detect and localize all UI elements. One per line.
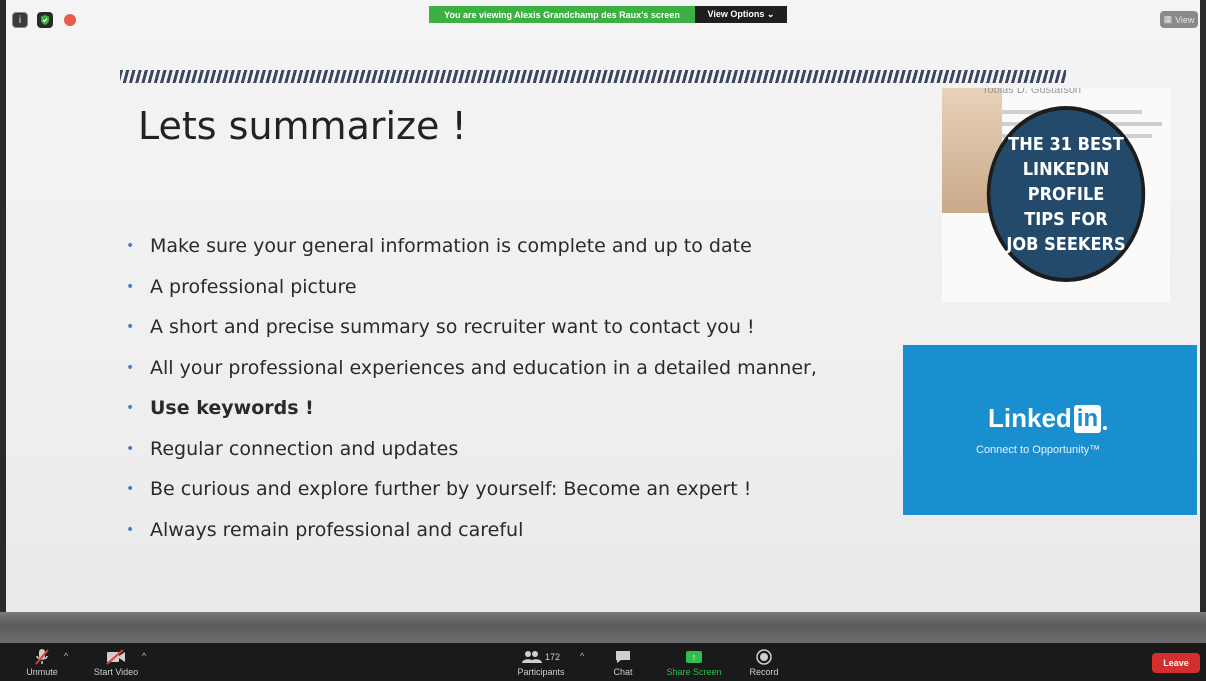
linkedin-dot bbox=[1103, 425, 1108, 430]
bullet-dot-icon: • bbox=[126, 481, 135, 498]
viewing-label: You are viewing Alexis Grandchamp des Ra… bbox=[429, 6, 695, 23]
record-button[interactable]: Record bbox=[744, 643, 784, 681]
participants-options-chevron-icon[interactable]: ^ bbox=[580, 651, 584, 661]
unmute-button[interactable]: Unmute bbox=[18, 643, 66, 681]
bullet-item: • Always remain professional and careful bbox=[126, 510, 817, 551]
book-title-line: THE 31 BEST bbox=[1008, 133, 1124, 155]
audio-options-chevron-icon[interactable]: ^ bbox=[64, 651, 68, 661]
shield-icon[interactable] bbox=[37, 12, 53, 28]
bullet-item: • Use keywords ! bbox=[126, 388, 817, 429]
bullet-list: • Make sure your general information is … bbox=[126, 226, 817, 550]
record-label: Record bbox=[749, 667, 779, 677]
participants-count: 172 bbox=[544, 652, 561, 662]
video-options-chevron-icon[interactable]: ^ bbox=[142, 651, 146, 661]
book-title-badge: THE 31 BEST LINKEDIN PROFILE TIPS FOR JO… bbox=[986, 106, 1146, 282]
slide-title: Lets summarize ! bbox=[138, 104, 467, 148]
bullet-item: • Be curious and explore further by yours… bbox=[126, 469, 817, 510]
recording-indicator-icon bbox=[64, 14, 76, 26]
grid-icon: ▦ bbox=[1163, 14, 1173, 24]
unmute-label: Unmute bbox=[26, 667, 58, 677]
bullet-dot-icon: • bbox=[126, 278, 135, 295]
book-title-line: JOB SEEKERS bbox=[1006, 233, 1126, 255]
bullet-dot-icon: • bbox=[126, 400, 135, 417]
book-title-line: TIPS FOR bbox=[1024, 208, 1108, 230]
bullet-text: All your professional experiences and ed… bbox=[150, 356, 817, 379]
bullet-item: • Regular connection and updates bbox=[126, 429, 817, 470]
bullet-dot-icon: • bbox=[126, 521, 135, 538]
linkedin-logo: Linked in bbox=[988, 403, 1108, 434]
share-screen-icon: ↑ bbox=[686, 647, 702, 667]
share-screen-button[interactable]: ↑ Share Screen bbox=[662, 643, 726, 681]
stage-left-edge bbox=[0, 0, 6, 643]
book-cover-image: Tobias D. Gustafson THE 31 BEST LINKEDIN… bbox=[942, 88, 1170, 302]
slide-decoration-bar bbox=[120, 70, 1066, 83]
viewing-banner: You are viewing Alexis Grandchamp des Ra… bbox=[429, 6, 787, 23]
stage-right-edge bbox=[1200, 0, 1206, 643]
view-button-label: View bbox=[1175, 14, 1195, 25]
book-author-text: Tobias D. Gustafson bbox=[982, 88, 1082, 96]
start-video-button[interactable]: Start Video bbox=[86, 643, 146, 681]
chat-button[interactable]: Chat bbox=[606, 643, 640, 681]
stage-floor bbox=[0, 612, 1206, 643]
share-screen-label: Share Screen bbox=[666, 667, 722, 677]
bullet-item: • A professional picture bbox=[126, 267, 817, 308]
book-title-line: LINKEDIN PROFILE bbox=[1022, 158, 1110, 205]
muted-microphone-icon bbox=[34, 647, 50, 667]
participants-icon: 172 bbox=[521, 647, 561, 667]
linkedin-word: Linked bbox=[988, 403, 1072, 433]
info-icon[interactable]: i bbox=[12, 12, 28, 28]
bullet-text: A short and precise summary so recruiter… bbox=[150, 316, 755, 339]
view-button[interactable]: ▦ View bbox=[1160, 11, 1198, 28]
participants-label: Participants bbox=[517, 667, 565, 677]
bullet-text: Make sure your general information is co… bbox=[150, 235, 752, 258]
bullet-text: Use keywords ! bbox=[150, 397, 314, 420]
linkedin-banner-image: Linked in Connect to Opportunity™ bbox=[903, 345, 1197, 515]
bullet-dot-icon: • bbox=[126, 359, 135, 376]
bullet-text: A professional picture bbox=[150, 275, 357, 298]
participants-button[interactable]: 172 Participants bbox=[510, 643, 572, 681]
leave-button[interactable]: Leave bbox=[1152, 653, 1200, 673]
meeting-toolbar: Unmute ^ Start Video ^ 172 Participants … bbox=[0, 643, 1206, 681]
bullet-item: • All your professional experiences and e… bbox=[126, 348, 817, 389]
bullet-item: • A short and precise summary so recruite… bbox=[126, 307, 817, 348]
linkedin-in-badge: in bbox=[1073, 404, 1102, 433]
bullet-text: Be curious and explore further by yourse… bbox=[150, 478, 752, 501]
video-off-icon bbox=[105, 647, 127, 667]
chat-icon bbox=[615, 647, 631, 667]
bullet-item: • Make sure your general information is … bbox=[126, 226, 817, 267]
shared-screen-area: i You are viewing Alexis Grandchamp des … bbox=[0, 0, 1206, 643]
bullet-text: Regular connection and updates bbox=[150, 437, 459, 460]
bullet-dot-icon: • bbox=[126, 319, 135, 336]
view-options-button[interactable]: View Options ⌄ bbox=[695, 6, 787, 23]
chat-label: Chat bbox=[613, 667, 633, 677]
start-video-label: Start Video bbox=[93, 667, 139, 677]
record-icon bbox=[756, 647, 772, 667]
bullet-text: Always remain professional and careful bbox=[150, 518, 524, 541]
bullet-dot-icon: • bbox=[126, 238, 135, 255]
bullet-dot-icon: • bbox=[126, 440, 135, 457]
linkedin-tagline: Connect to Opportunity™ bbox=[976, 444, 1101, 456]
